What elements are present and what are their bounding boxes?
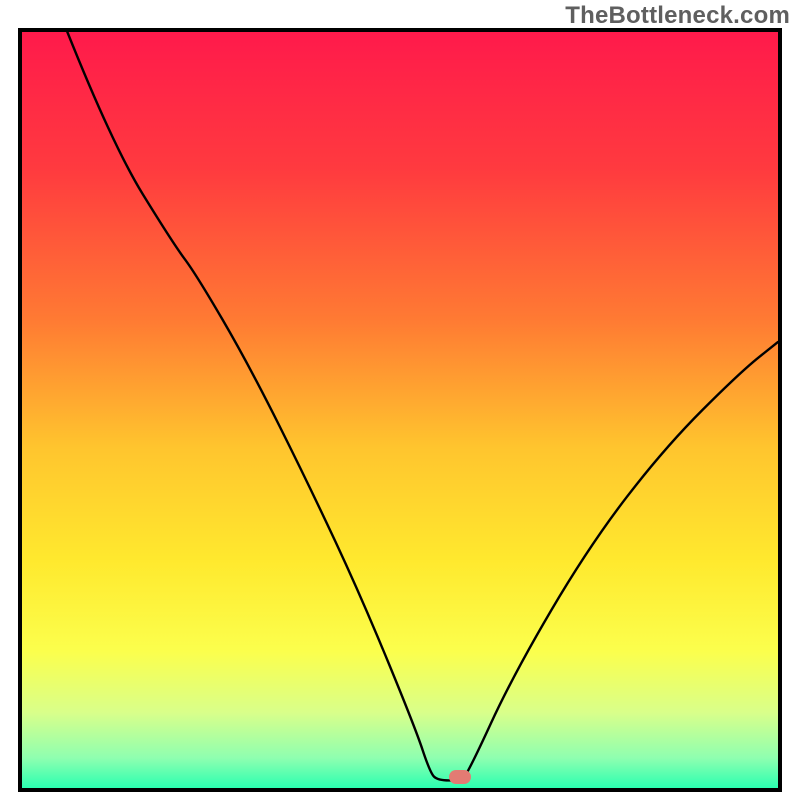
optimum-marker (449, 770, 471, 784)
chart-frame: TheBottleneck.com (0, 0, 800, 800)
watermark-text: TheBottleneck.com (565, 2, 790, 30)
plot-area (18, 28, 782, 792)
chart-svg (22, 32, 778, 788)
